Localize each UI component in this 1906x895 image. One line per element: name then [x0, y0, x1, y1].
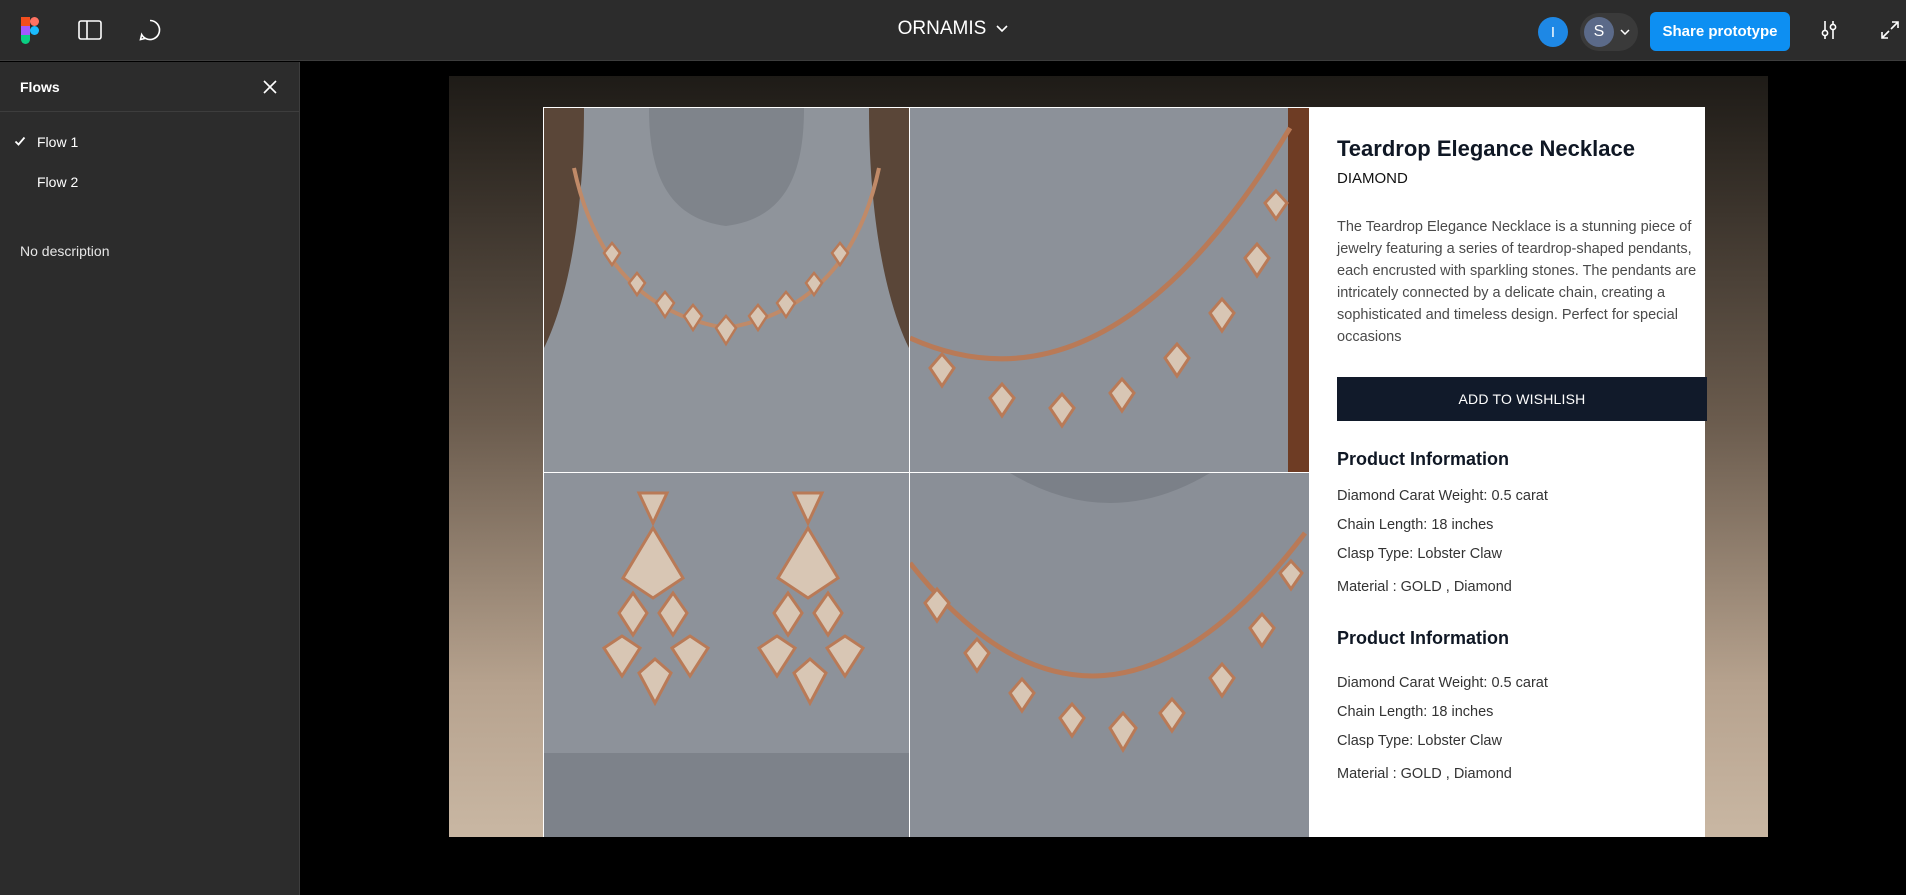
product-details-panel: Teardrop Elegance Necklace DIAMOND The T… [1310, 107, 1707, 837]
info-clasp-type: Clasp Type: Lobster Claw [1337, 546, 1502, 562]
product-image-grid [543, 107, 1310, 837]
product-image-earrings[interactable] [544, 473, 909, 837]
file-title-menu[interactable]: ORNAMIS [898, 18, 1009, 40]
info-chain-length: Chain Length: 18 inches [1337, 517, 1494, 533]
sidebar-header: Flows [0, 62, 299, 112]
info-material: Material : GOLD , Diamond [1337, 766, 1512, 782]
file-title: ORNAMIS [897, 18, 987, 39]
info-material: Material : GOLD , Diamond [1337, 579, 1512, 595]
add-to-wishlist-button[interactable]: ADD TO WISHLISH [1337, 377, 1707, 421]
info-carat-weight: Diamond Carat Weight: 0.5 carat [1337, 488, 1548, 504]
info-clasp-type: Clasp Type: Lobster Claw [1337, 733, 1502, 749]
avatar-menu[interactable]: S [1580, 13, 1638, 51]
figma-logo-icon[interactable] [14, 14, 46, 46]
comment-icon[interactable] [134, 14, 166, 46]
sidebar-toggle-icon[interactable] [74, 14, 106, 46]
product-info-heading: Product Information [1337, 628, 1509, 648]
expand-icon[interactable] [1874, 14, 1906, 46]
checkmark-icon [14, 134, 26, 150]
settings-sliders-icon[interactable] [1813, 14, 1845, 46]
chevron-down-icon [996, 25, 1008, 33]
share-prototype-button[interactable]: Share prototype [1650, 12, 1790, 51]
flow-description: No description [20, 243, 110, 259]
avatar-user-s: S [1584, 17, 1614, 47]
top-toolbar: ORNAMIS I S Share prototype [0, 0, 1906, 61]
product-category: DIAMOND [1337, 170, 1408, 187]
sidebar-title: Flows [20, 79, 60, 95]
flow-item-2[interactable]: Flow 2 [0, 167, 299, 197]
product-title: Teardrop Elegance Necklace [1337, 136, 1635, 161]
chevron-down-icon [1620, 29, 1630, 35]
product-image-necklace-draped[interactable] [910, 473, 1309, 837]
product-description: The Teardrop Elegance Necklace is a stun… [1337, 219, 1697, 345]
product-image-necklace-closeup[interactable] [910, 108, 1309, 472]
close-icon[interactable] [258, 75, 282, 99]
avatar-user-i[interactable]: I [1538, 17, 1568, 47]
product-info-heading: Product Information [1337, 449, 1509, 469]
info-chain-length: Chain Length: 18 inches [1337, 704, 1494, 720]
flow-item-label: Flow 1 [37, 134, 79, 150]
flow-item-label: Flow 2 [37, 174, 79, 190]
flow-item-1[interactable]: Flow 1 [0, 127, 299, 157]
flows-sidebar: Flows Flow 1 Flow 2 No description [0, 62, 300, 895]
info-carat-weight: Diamond Carat Weight: 0.5 carat [1337, 675, 1548, 691]
product-image-necklace-front[interactable] [544, 108, 909, 472]
